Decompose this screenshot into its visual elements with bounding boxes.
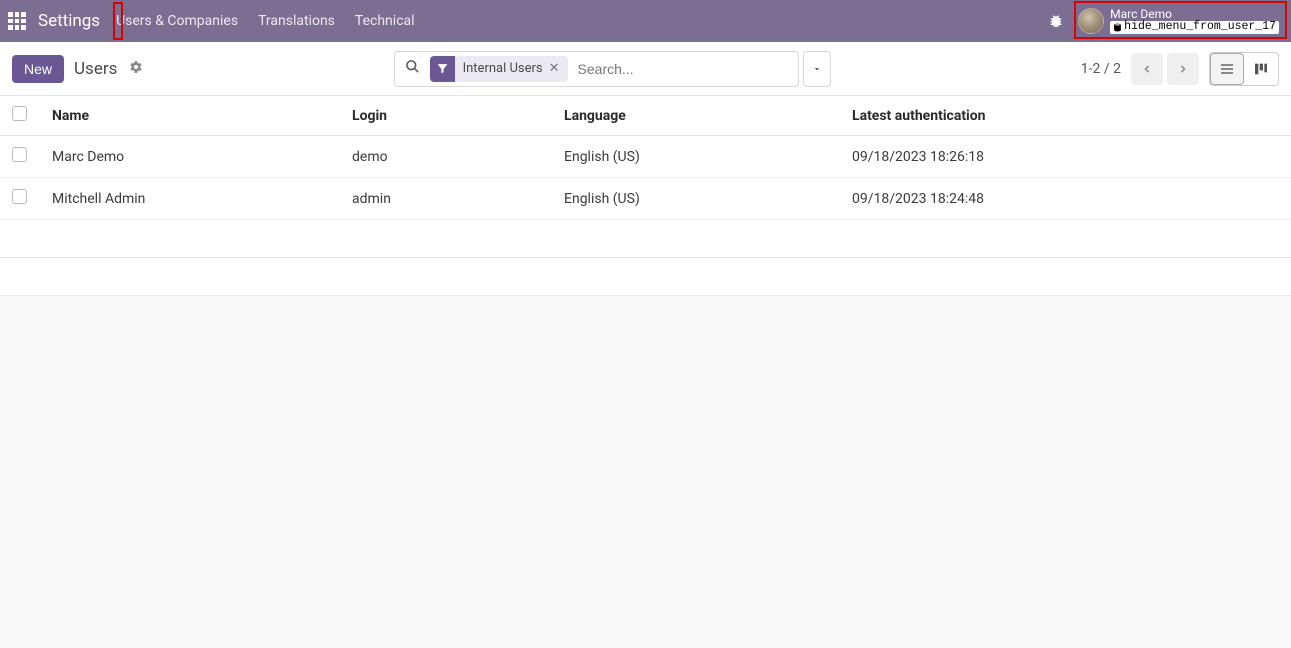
cell-login: demo (340, 136, 552, 178)
cell-language: English (US) (552, 136, 840, 178)
chevron-right-icon (1177, 63, 1189, 75)
table-row[interactable]: Mitchell Admin admin English (US) 09/18/… (0, 178, 1291, 220)
pager-buttons (1131, 53, 1199, 85)
search-area: Internal Users ✕ (394, 51, 831, 87)
top-navbar: Settings Users & Companies Translations … (0, 0, 1291, 42)
kanban-icon (1253, 61, 1269, 77)
search-options-dropdown[interactable] (803, 51, 831, 87)
filter-chip-label: Internal Users (463, 61, 543, 76)
row-checkbox[interactable] (12, 147, 27, 162)
cell-name: Marc Demo (40, 136, 340, 178)
cell-language: English (US) (552, 178, 840, 220)
caret-down-icon (812, 64, 822, 74)
users-table-wrap: Name Login Language Latest authenticatio… (0, 96, 1291, 296)
view-list-button[interactable] (1210, 53, 1244, 85)
col-header-login[interactable]: Login (340, 96, 552, 136)
nav-menu: Users & Companies Translations Technical (106, 0, 424, 42)
gear-icon[interactable] (129, 60, 143, 78)
col-header-last-auth[interactable]: Latest authentication (840, 96, 1291, 136)
highlight-box-user (1074, 1, 1287, 39)
list-icon (1219, 61, 1235, 77)
cell-name: Mitchell Admin (40, 178, 340, 220)
view-switcher (1209, 52, 1279, 86)
filter-chip-close-icon[interactable]: ✕ (549, 61, 560, 76)
funnel-icon (436, 62, 449, 75)
users-table: Name Login Language Latest authenticatio… (0, 96, 1291, 220)
view-kanban-button[interactable] (1244, 53, 1278, 85)
chevron-left-icon (1141, 63, 1153, 75)
filter-chip-icon (430, 56, 455, 82)
table-row[interactable]: Marc Demo demo English (US) 09/18/2023 1… (0, 136, 1291, 178)
control-bar: New Users Internal Users ✕ (0, 42, 1291, 96)
debug-icon[interactable] (1048, 13, 1064, 29)
col-header-name[interactable]: Name (40, 96, 340, 136)
pager-next-button[interactable] (1167, 53, 1199, 85)
highlight-box-menu (113, 2, 123, 40)
filter-chip: Internal Users ✕ (455, 56, 568, 82)
search-input[interactable] (568, 61, 798, 77)
pager-prev-button[interactable] (1131, 53, 1163, 85)
col-header-language[interactable]: Language (552, 96, 840, 136)
table-footer-space (0, 258, 1291, 296)
table-footer-space (0, 220, 1291, 258)
apps-menu-icon[interactable] (8, 12, 26, 30)
nav-item-translations[interactable]: Translations (248, 0, 345, 42)
breadcrumb: Users (74, 59, 117, 79)
search-icon[interactable] (395, 59, 430, 78)
nav-item-technical[interactable]: Technical (345, 0, 425, 42)
cell-login: admin (340, 178, 552, 220)
pager-text[interactable]: 1-2 / 2 (1081, 61, 1121, 77)
app-title[interactable]: Settings (38, 11, 100, 31)
nav-item-users-companies[interactable]: Users & Companies (106, 0, 248, 42)
new-button[interactable]: New (12, 55, 64, 83)
right-controls: 1-2 / 2 (1081, 52, 1279, 86)
search-box[interactable]: Internal Users ✕ (394, 51, 799, 87)
cell-last-auth: 09/18/2023 18:26:18 (840, 136, 1291, 178)
select-all-checkbox[interactable] (12, 106, 27, 121)
cell-last-auth: 09/18/2023 18:24:48 (840, 178, 1291, 220)
row-checkbox[interactable] (12, 189, 27, 204)
